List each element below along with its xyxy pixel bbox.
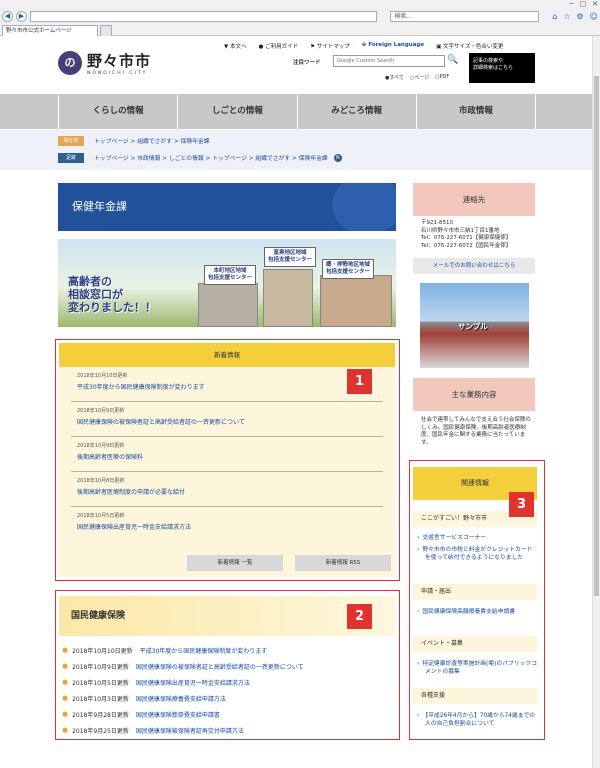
forward-icon[interactable]: ▶ — [15, 10, 27, 22]
contact-address: 石川県野々市市三納1丁目1番地 — [421, 227, 500, 234]
favorites-star-icon[interactable]: ☆ — [563, 12, 570, 21]
contact-info: 〒921-8510 石川県野々市市三納1丁目1番地 Tel：076-227-60… — [421, 220, 535, 250]
annotation-label-2: 2 — [347, 604, 372, 629]
new-tab-button[interactable] — [100, 25, 112, 36]
annotation-label-1: 1 — [347, 369, 372, 394]
search-scope-options: ●すべて ○ページ ○PDF — [385, 74, 449, 81]
sitemap-link[interactable]: ⚑ サイトマップ — [310, 42, 350, 50]
minimize-icon[interactable]: ─ — [569, 0, 573, 8]
home-icon[interactable]: ⌂ — [552, 12, 557, 21]
scrollbar-thumb[interactable] — [594, 76, 599, 596]
building-image — [320, 275, 392, 327]
utility-links: ▼ 本文へ ● ご利用ガイド ⚑ サイトマップ ⊕ Foreign Langua… — [224, 42, 503, 50]
title-decoration — [332, 183, 396, 231]
building-image — [198, 283, 258, 327]
hero-label-go-oshino: 郷・押野地区地域 包括支援センター — [322, 259, 375, 279]
hero-banner[interactable]: 高齢者の 相談窓口が 変わりました！！ 本町地区地域 包括支援センター 富奥地区… — [58, 239, 396, 327]
page-title: 保健年金課 — [58, 183, 396, 231]
nav-work[interactable]: しごとの情報 — [178, 94, 298, 129]
scope-page-radio[interactable]: ○ページ — [410, 74, 429, 81]
breadcrumb: 現在地 トップページ > 組織でさがす > 保険年金課 足跡 トップページ > … — [58, 133, 536, 167]
office-photo: サンプル — [420, 283, 529, 368]
contact-phone-1: Tel：076-227-6071【健康保健係】 — [421, 235, 512, 241]
site-search-input[interactable]: Google Custom Search — [333, 55, 445, 67]
usage-guide-link[interactable]: ● ご利用ガイド — [259, 42, 299, 50]
main-navigation: くらしの情報 しごとの情報 みどころ情報 市政情報 — [0, 94, 600, 129]
site-logo[interactable]: の 野々市市 NONOICHI CITY — [58, 50, 151, 76]
contact-postal: 〒921-8510 — [421, 220, 453, 226]
logo-name-jp: 野々市市 — [87, 52, 152, 70]
smiley-icon[interactable]: ☺ — [590, 12, 598, 21]
skip-to-content-link[interactable]: ▼ 本文へ — [224, 42, 247, 50]
hero-label-honmachi: 本町地区地域 包括支援センター — [204, 265, 257, 285]
maximize-icon[interactable]: □ — [580, 0, 587, 8]
history-breadcrumb-links[interactable]: トップページ > 市政情報 > しごとの情報 > トップページ > 組織でさがす… — [94, 153, 328, 162]
settings-gear-icon[interactable]: ⚙ — [576, 12, 583, 21]
search-icon[interactable]: 🔍 — [447, 55, 459, 67]
scope-all-radio[interactable]: ●すべて — [385, 74, 404, 81]
tab-bar: 野々市市公式ホームページ — [2, 24, 112, 36]
photo-sample-label: サンプル — [458, 322, 488, 331]
history-tag: 足跡 — [58, 152, 84, 163]
email-inquiry-link[interactable]: メールでのお問い合わせはこちら — [413, 258, 535, 274]
current-location-tag: 現在地 — [58, 135, 84, 146]
building-image — [263, 269, 313, 327]
nav-city-government[interactable]: 市政情報 — [417, 94, 536, 129]
back-icon[interactable]: ◀ — [2, 10, 13, 22]
close-history-icon[interactable]: ✕ — [333, 153, 342, 162]
annotation-label-3: 3 — [509, 492, 534, 517]
contact-title: 連絡先 — [413, 183, 535, 216]
nav-sights[interactable]: みどころ情報 — [298, 94, 417, 129]
browser-chrome: ─ □ ✕ ◀ ▶ 検索... ⌂ ☆ ⚙ ☺ 野々市市公式ホームページ — [0, 0, 600, 36]
nav-living[interactable]: くらしの情報 — [59, 94, 179, 129]
contact-phone-2: Tel：076-227-6072【国民年金係】 — [421, 242, 512, 249]
window-controls: ─ □ ✕ — [569, 0, 598, 8]
url-input[interactable] — [29, 10, 378, 22]
scope-pdf-radio[interactable]: ○PDF — [435, 74, 449, 81]
logo-name-en: NONOICHI CITY — [87, 71, 148, 76]
browser-tab[interactable]: 野々市市公式ホームページ — [2, 25, 98, 36]
current-breadcrumb-links[interactable]: トップページ > 組織でさがす > 保険年金課 — [94, 136, 210, 145]
address-bar: ◀ ▶ 検索... ⌂ ☆ ⚙ ☺ — [2, 10, 598, 22]
close-icon[interactable]: ✕ — [592, 0, 598, 8]
foreign-language-link[interactable]: ⊕ Foreign Language — [362, 42, 424, 50]
search-label: 注目ワード — [293, 60, 321, 66]
detail-search-button[interactable]: 記事の検索や 詳細検索はこちら — [469, 53, 535, 83]
hero-label-tomioku: 富奥地区地域 包括支援センター — [264, 247, 317, 267]
hero-headline: 高齢者の 相談窓口が 変わりました！！ — [68, 275, 156, 314]
business-title: 主な業務内容 — [413, 378, 535, 411]
page-scrollbar[interactable] — [592, 36, 600, 768]
browser-search-input[interactable]: 検索... — [390, 10, 540, 22]
text-size-link[interactable]: ▣ 文字サイズ・色合い変更 — [436, 42, 503, 50]
city-emblem-icon: の — [58, 51, 82, 75]
business-description: 社会で連帯してみんなで支え合う社会保障のしくみ。国民健康保険、後期高齢者医療制度… — [421, 417, 531, 446]
site-header: の 野々市市 NONOICHI CITY ▼ 本文へ ● ご利用ガイド ⚑ サイ… — [0, 36, 600, 94]
